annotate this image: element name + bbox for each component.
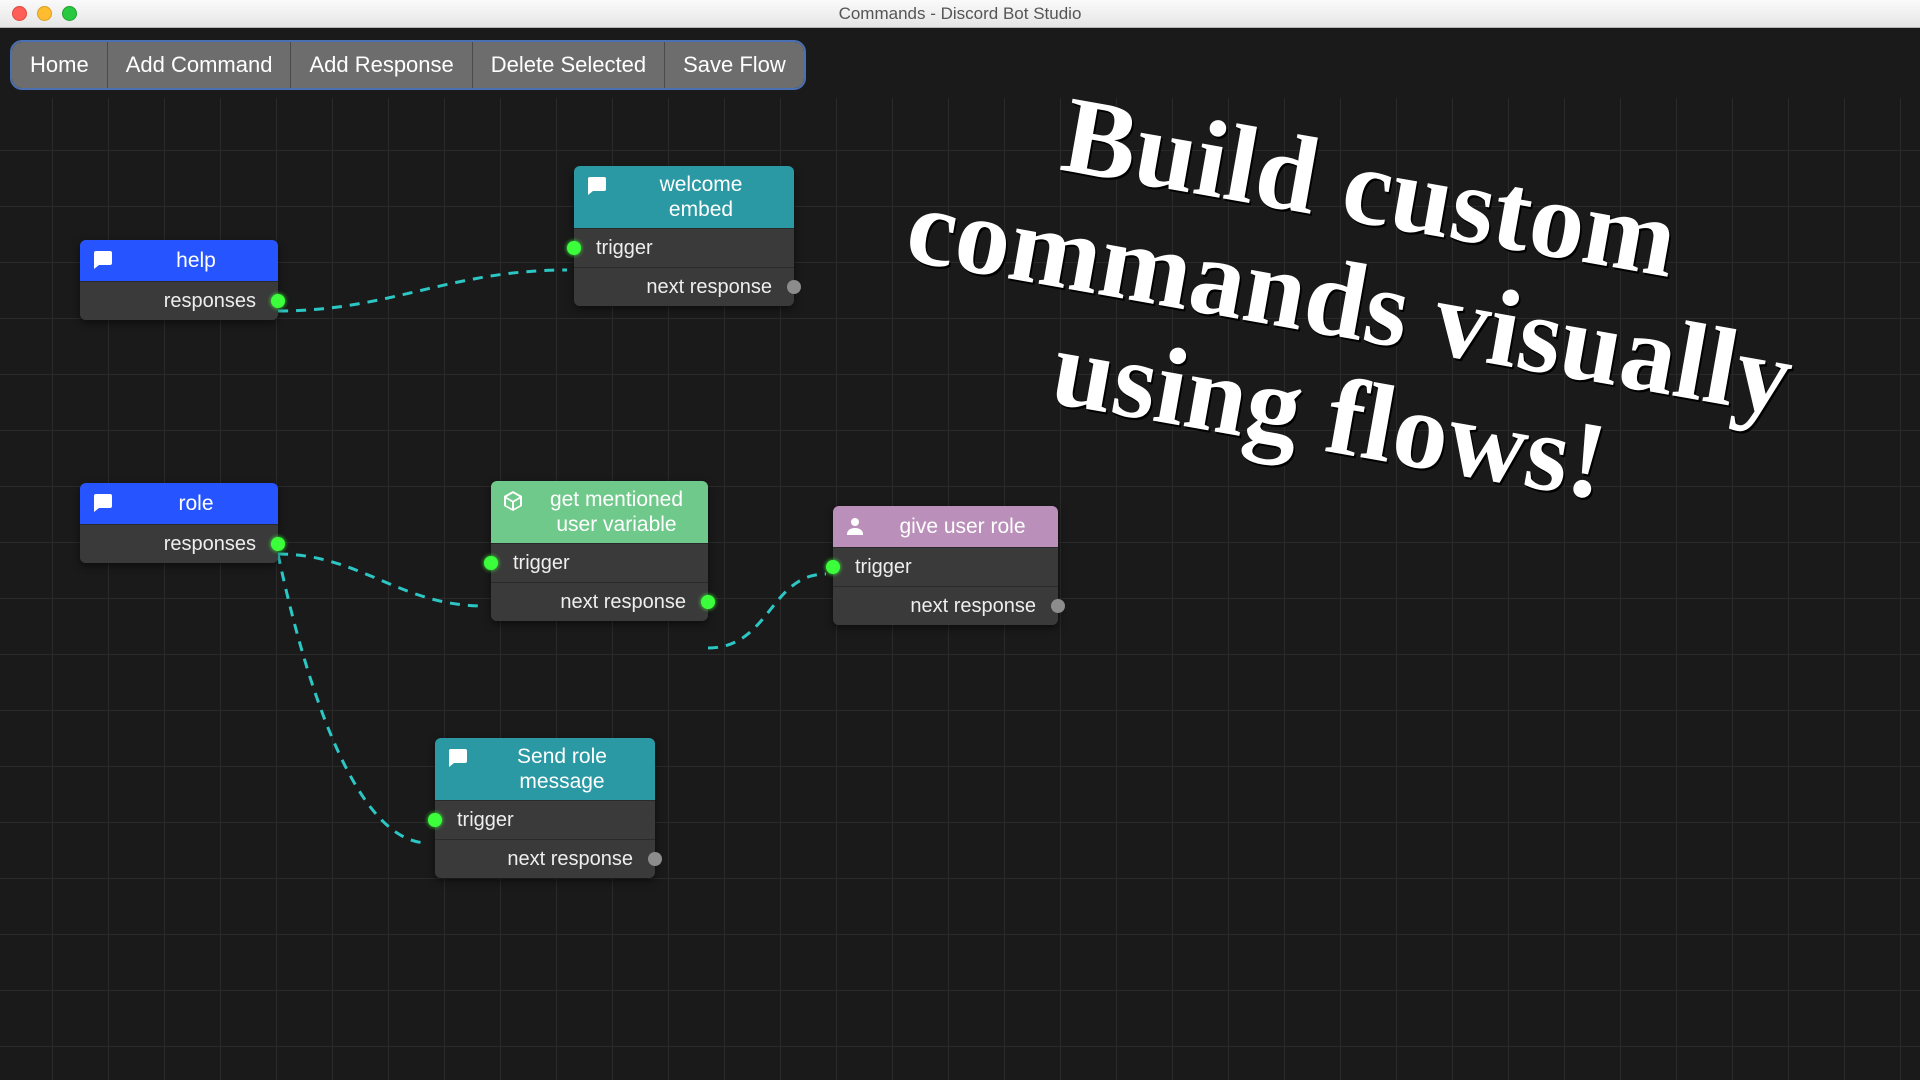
output-port[interactable] <box>1051 599 1065 613</box>
node-welcome-embed[interactable]: welcome embed trigger next response <box>574 166 794 306</box>
port-label: trigger <box>513 552 570 574</box>
node-role[interactable]: role responses <box>80 483 278 563</box>
add-command-button[interactable]: Add Command <box>108 42 292 88</box>
node-header[interactable]: role <box>80 483 278 524</box>
node-port-next-response[interactable]: next response <box>574 267 794 306</box>
node-get-mentioned-user-variable[interactable]: get mentioned user variable trigger next… <box>491 481 708 621</box>
node-title-line1: get mentioned <box>550 488 683 511</box>
window-minimize-button[interactable] <box>37 6 52 21</box>
node-port-next-response[interactable]: next response <box>491 582 708 621</box>
port-label: next response <box>646 276 772 298</box>
chat-icon <box>90 248 114 272</box>
window-zoom-button[interactable] <box>62 6 77 21</box>
node-port-trigger[interactable]: trigger <box>435 800 655 839</box>
node-port-trigger[interactable]: trigger <box>574 228 794 267</box>
delete-selected-button[interactable]: Delete Selected <box>473 42 665 88</box>
node-title: help <box>176 249 216 272</box>
port-label: trigger <box>457 809 514 831</box>
node-header[interactable]: help <box>80 240 278 281</box>
port-label: trigger <box>855 556 912 578</box>
port-label: next response <box>560 591 686 613</box>
output-port[interactable] <box>271 294 285 308</box>
node-title-line1: welcome <box>660 173 743 196</box>
node-header[interactable]: give user role <box>833 506 1058 547</box>
chat-icon <box>584 174 608 198</box>
node-port-trigger[interactable]: trigger <box>833 547 1058 586</box>
flow-canvas[interactable]: help responses welcome embed trigger nex… <box>0 98 1920 1080</box>
node-port-trigger[interactable]: trigger <box>491 543 708 582</box>
input-port[interactable] <box>484 556 498 570</box>
node-header[interactable]: Send role message <box>435 738 655 800</box>
port-label: responses <box>164 533 256 555</box>
output-port[interactable] <box>648 852 662 866</box>
toolbar-button-group: Home Add Command Add Response Delete Sel… <box>10 40 806 90</box>
home-button[interactable]: Home <box>12 42 108 88</box>
input-port[interactable] <box>826 560 840 574</box>
window-close-button[interactable] <box>12 6 27 21</box>
window-titlebar: Commands - Discord Bot Studio <box>0 0 1920 28</box>
node-title-line2: message <box>519 770 604 793</box>
node-title-line2: user variable <box>556 513 676 536</box>
node-help[interactable]: help responses <box>80 240 278 320</box>
add-response-button[interactable]: Add Response <box>291 42 472 88</box>
node-title-line2: embed <box>669 198 733 221</box>
chat-icon <box>90 491 114 515</box>
port-label: trigger <box>596 237 653 259</box>
save-flow-button[interactable]: Save Flow <box>665 42 804 88</box>
user-icon <box>843 514 867 538</box>
toolbar: Home Add Command Add Response Delete Sel… <box>0 28 1920 98</box>
chat-icon <box>445 746 469 770</box>
port-label: responses <box>164 290 256 312</box>
cube-icon <box>501 489 525 513</box>
output-port[interactable] <box>271 537 285 551</box>
node-title: give user role <box>899 515 1025 538</box>
promo-text: Build custom commands visually using flo… <box>828 44 1873 559</box>
node-port-responses[interactable]: responses <box>80 524 278 563</box>
node-header[interactable]: welcome embed <box>574 166 794 228</box>
output-port[interactable] <box>787 280 801 294</box>
input-port[interactable] <box>428 813 442 827</box>
input-port[interactable] <box>567 241 581 255</box>
port-label: next response <box>507 848 633 870</box>
node-title-line1: Send role <box>517 745 607 768</box>
node-port-responses[interactable]: responses <box>80 281 278 320</box>
node-send-role-message[interactable]: Send role message trigger next response <box>435 738 655 878</box>
node-port-next-response[interactable]: next response <box>435 839 655 878</box>
node-header[interactable]: get mentioned user variable <box>491 481 708 543</box>
port-label: next response <box>910 595 1036 617</box>
window-title: Commands - Discord Bot Studio <box>0 4 1920 24</box>
output-port[interactable] <box>701 595 715 609</box>
node-give-user-role[interactable]: give user role trigger next response <box>833 506 1058 625</box>
node-title: role <box>178 492 213 515</box>
node-port-next-response[interactable]: next response <box>833 586 1058 625</box>
